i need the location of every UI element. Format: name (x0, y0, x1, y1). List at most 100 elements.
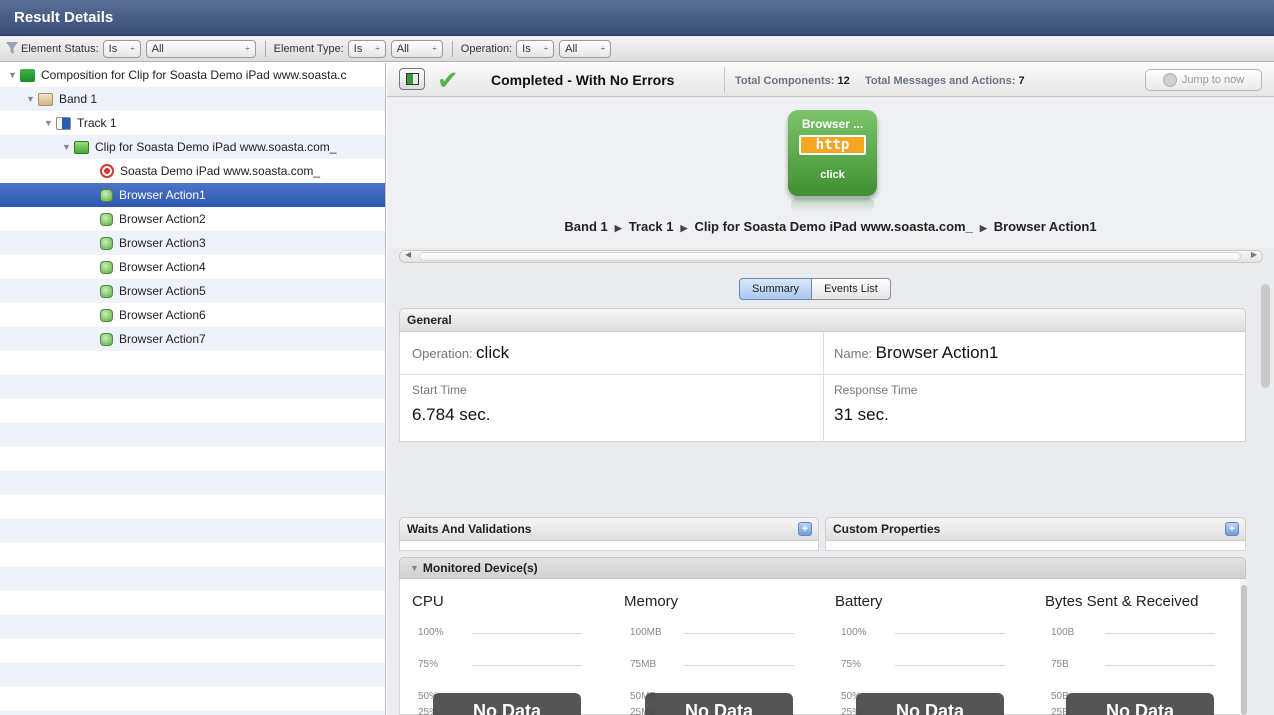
track-icon (56, 116, 71, 130)
grid-line (1105, 633, 1215, 634)
tree-item-browser-action[interactable]: Browser Action1 (0, 183, 385, 207)
tree-item-browser-action[interactable]: Browser Action5 (0, 279, 385, 303)
tree-item-band[interactable]: ▼ Band 1 (0, 87, 385, 111)
filter-separator (264, 40, 266, 57)
tree-item-label: Browser Action7 (119, 332, 206, 346)
monitored-devices-header[interactable]: ▼ Monitored Device(s) (399, 557, 1246, 579)
tree-item-label: Browser Action5 (119, 284, 206, 298)
breadcrumb-arrow-icon: ▶ (614, 223, 622, 233)
breadcrumb-item[interactable]: Band 1 (564, 219, 607, 234)
collapse-triangle-icon[interactable]: ▼ (410, 563, 419, 573)
breadcrumb: Band 1 ▶ Track 1 ▶ Clip for Soasta Demo iPad… (387, 219, 1274, 234)
tree-item-label: Browser Action1 (119, 188, 206, 202)
tick-label: 100B (1051, 627, 1075, 638)
operation-label: Operation: (460, 42, 513, 55)
element-type-value-select[interactable]: All ÷ (390, 39, 443, 58)
filter-icon (6, 42, 18, 54)
tree-item-browser-action[interactable]: Browser Action6 (0, 303, 385, 327)
scroll-thumb[interactable] (1241, 585, 1247, 715)
scroll-thumb[interactable] (1261, 284, 1270, 388)
waits-heading: Waits And Validations (407, 522, 532, 536)
waits-header: Waits And Validations + (399, 517, 819, 541)
divider (724, 67, 725, 93)
no-data-overlay: No Data (645, 693, 793, 715)
custom-properties-panel (825, 541, 1246, 551)
metric-title: Memory (624, 593, 679, 610)
element-status-value-select[interactable]: All ÷ (145, 39, 256, 58)
tick-label: 75% (418, 659, 439, 670)
add-icon[interactable]: + (1225, 522, 1239, 536)
cpu-chart: CPU 100% 75% 50% 25% No Data (400, 579, 600, 715)
memory-chart: Memory 100MB 75MB 50MB 25MB No Data (612, 579, 812, 715)
monitored-devices-panel: CPU 100% 75% 50% 25% No Data Memory 100M… (399, 579, 1247, 715)
operation-field-label: Operation: (412, 346, 473, 361)
element-status-label: Element Status: (21, 42, 99, 55)
success-check-icon: ✔ (437, 65, 459, 95)
tree-item-browser-action[interactable]: Browser Action3 (0, 231, 385, 255)
scroll-right-icon[interactable]: ▶ (1251, 250, 1257, 259)
grid-line (684, 633, 794, 634)
grid-line (472, 633, 582, 634)
http-badge-icon: http (799, 135, 866, 155)
no-data-overlay: No Data (856, 693, 1004, 715)
breadcrumb-arrow-icon: ▶ (979, 223, 987, 233)
battery-chart: Battery 100% 75% 50% 25% No Data (823, 579, 1023, 715)
grid-line (684, 665, 794, 666)
result-tree: ▼ Composition for Clip for Soasta Demo i… (0, 63, 386, 715)
tile-reflection (791, 198, 874, 212)
tree-item-browser-action[interactable]: Browser Action4 (0, 255, 385, 279)
vertical-scrollbar[interactable] (1260, 280, 1272, 715)
scroll-left-icon[interactable]: ◀ (405, 250, 411, 259)
total-messages-value: 7 (1018, 75, 1025, 87)
tab-summary[interactable]: Summary (739, 278, 813, 300)
tree-item-composition[interactable]: ▼ Composition for Clip for Soasta Demo i… (0, 63, 385, 87)
operation-operator-select[interactable]: Is ÷ (516, 39, 555, 58)
tree-item-label: Track 1 (77, 116, 117, 130)
tree-item-track[interactable]: ▼ Track 1 (0, 111, 385, 135)
tab-events-list[interactable]: Events List (812, 278, 891, 300)
tree-item-target[interactable]: Soasta Demo iPad www.soasta.com_ (0, 159, 385, 183)
metric-title: CPU (412, 593, 444, 610)
breadcrumb-item[interactable]: Browser Action1 (994, 219, 1097, 234)
tile-title: Browser ... (801, 117, 864, 131)
add-icon[interactable]: + (798, 522, 812, 536)
tree-item-browser-action[interactable]: Browser Action7 (0, 327, 385, 351)
waits-panel (399, 541, 819, 551)
detail-panel: ✔ Completed - With No Errors Total Compo… (387, 63, 1274, 715)
expand-triangle-icon[interactable]: ▼ (44, 118, 56, 128)
jump-to-now-button[interactable]: Jump to now (1145, 69, 1262, 91)
scroll-thumb[interactable] (419, 252, 1241, 261)
tree-item-clip[interactable]: ▼ Clip for Soasta Demo iPad www.soasta.c… (0, 135, 385, 159)
tree-item-browser-action[interactable]: Browser Action2 (0, 207, 385, 231)
tick-label: 100% (418, 627, 444, 638)
total-components-value: 12 (837, 75, 850, 87)
browser-action-icon (100, 188, 113, 202)
breadcrumb-arrow-icon: ▶ (680, 223, 688, 233)
vertical-scrollbar[interactable] (1240, 579, 1247, 715)
expand-triangle-icon[interactable]: ▼ (26, 94, 38, 104)
breadcrumb-item[interactable]: Track 1 (629, 219, 674, 234)
response-time-label: Response Time (834, 383, 918, 397)
breadcrumb-item[interactable]: Clip for Soasta Demo iPad www.soasta.com… (694, 219, 972, 234)
total-components-label: Total Components: (735, 75, 835, 87)
export-button[interactable] (399, 68, 425, 90)
clip-icon (74, 140, 89, 154)
element-type-operator-select[interactable]: Is ÷ (347, 39, 386, 58)
expand-triangle-icon[interactable]: ▼ (62, 142, 74, 152)
action-tile[interactable]: Browser ... http click (788, 110, 877, 196)
name-value: Browser Action1 (875, 343, 999, 362)
jump-to-now-label: Jump to now (1181, 74, 1245, 86)
element-status-operator-select[interactable]: Is ÷ (102, 39, 141, 58)
metric-title: Bytes Sent & Received (1045, 593, 1199, 610)
browser-action-icon (100, 236, 113, 250)
horizontal-scrollbar[interactable]: ◀ ▶ (399, 250, 1263, 263)
target-icon (100, 164, 114, 178)
custom-properties-header: Custom Properties + (825, 517, 1246, 541)
expand-triangle-icon[interactable]: ▼ (8, 70, 20, 80)
monitored-devices-heading: Monitored Device(s) (422, 561, 538, 575)
tick-label: 100MB (630, 627, 662, 638)
panel-title: Result Details (14, 9, 114, 26)
grid-line (895, 665, 1005, 666)
operation-value-select[interactable]: All ÷ (559, 39, 612, 58)
browser-action-icon (100, 308, 113, 322)
